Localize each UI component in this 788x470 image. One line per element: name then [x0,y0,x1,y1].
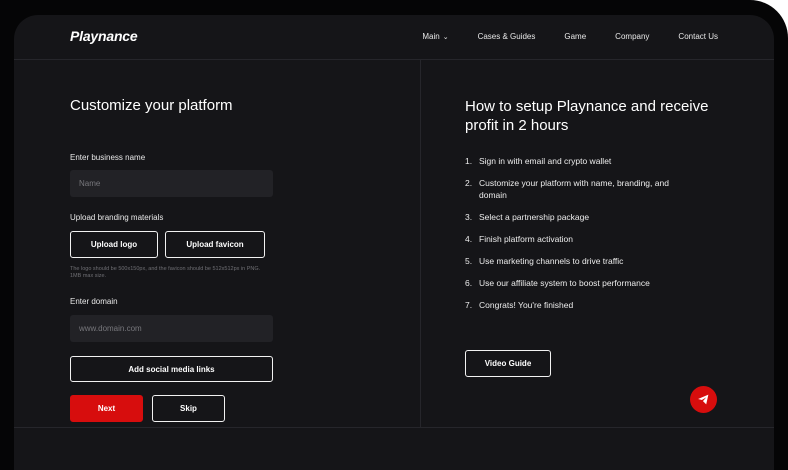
skip-button[interactable]: Skip [152,395,225,422]
nav-contact-us[interactable]: Contact Us [678,32,718,41]
device-frame: Playnance Main ⌄ Cases & Guides Game Comp… [0,0,788,470]
domain-input[interactable] [70,315,273,342]
step-text: Use marketing channels to drive traffic [479,256,624,266]
step-text: Select a partnership package [479,212,590,222]
domain-label: Enter domain [70,297,118,306]
logo[interactable]: Playnance [70,28,138,44]
upload-favicon-button[interactable]: Upload favicon [165,231,265,258]
step-text: Congrats! You're finished [479,300,574,310]
nav-game[interactable]: Game [564,32,586,41]
step-item: 3. Select a partnership package [465,212,590,222]
main-nav: Main ⌄ Cases & Guides Game Company Contac… [422,32,718,41]
form-title: Customize your platform [70,97,233,114]
video-guide-button[interactable]: Video Guide [465,350,551,377]
step-text: Use our affiliate system to boost perfor… [479,278,650,288]
app-screen: Playnance Main ⌄ Cases & Guides Game Comp… [14,15,774,470]
branding-label: Upload branding materials [70,213,164,222]
step-item: 2. Customize your platform with name, bra… [465,177,675,201]
guide-title: How to setup Playnance and receive profi… [465,98,709,134]
telegram-icon[interactable] [690,386,717,413]
business-name-label: Enter business name [70,153,146,162]
step-item: 7. Congrats! You're finished [465,300,574,310]
nav-main[interactable]: Main ⌄ [422,32,448,41]
next-button[interactable]: Next [70,395,143,422]
upload-hint: The logo should be 500x150px, and the fa… [70,266,261,279]
paper-plane-icon [698,394,709,405]
nav-main-label: Main [422,32,440,41]
step-item: 6. Use our affiliate system to boost perf… [465,278,650,288]
business-name-input[interactable] [70,170,273,197]
step-item: 5. Use marketing channels to drive traffi… [465,256,624,266]
step-item: 4. Finish platform activation [465,234,574,244]
add-social-links-button[interactable]: Add social media links [70,356,273,382]
footer-divider [14,427,774,428]
step-item: 1. Sign in with email and crypto wallet [465,156,612,166]
step-text: Sign in with email and crypto wallet [479,156,612,166]
steps-list: 1. Sign in with email and crypto wallet 2… [465,155,675,321]
nav-cases-guides[interactable]: Cases & Guides [478,32,536,41]
step-text: Finish platform activation [479,234,574,244]
step-text: Customize your platform with name, brand… [479,178,669,200]
chevron-down-icon: ⌄ [442,34,449,41]
nav-company[interactable]: Company [615,32,649,41]
upload-logo-button[interactable]: Upload logo [70,231,158,258]
top-navbar: Playnance Main ⌄ Cases & Guides Game Comp… [14,15,774,60]
column-divider [420,59,421,427]
